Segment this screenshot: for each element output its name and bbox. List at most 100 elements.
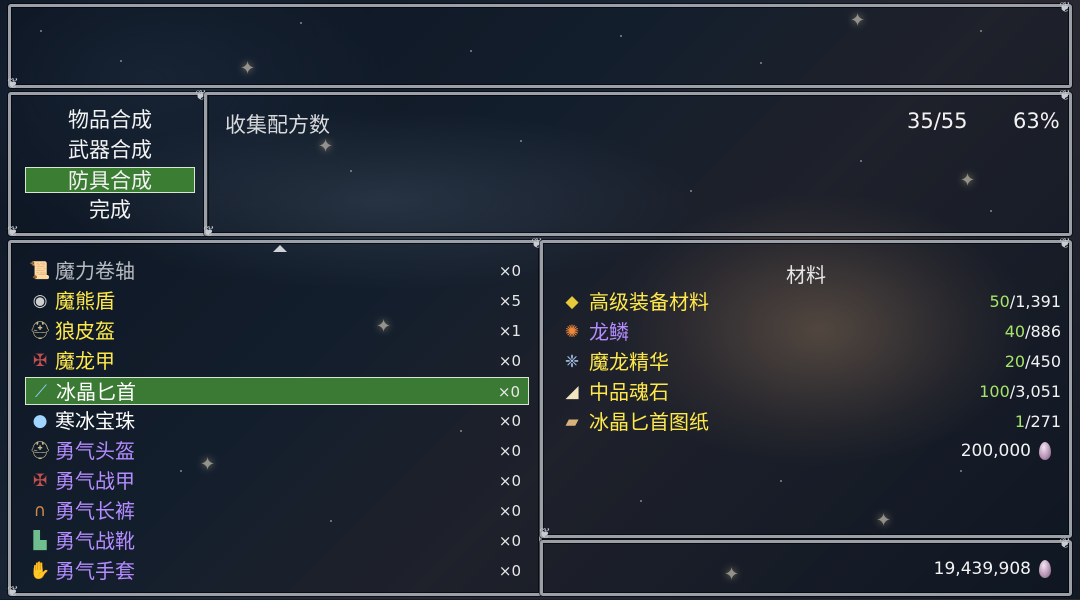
ornament-icon: ❦ [1059, 0, 1071, 16]
recipe-item-name: 魔力卷轴 [55, 259, 135, 283]
orb-icon: ● [32, 411, 48, 431]
recipe-item[interactable]: ◉ 魔熊盾 ×5 [25, 287, 529, 315]
material-name: 龙鳞 [589, 320, 629, 344]
recipe-item-name: 勇气手套 [55, 559, 135, 583]
material-row: ◢ 中品魂石 100/3,051 [557, 377, 1061, 407]
material-count: 50/1,391 [989, 287, 1061, 317]
recipe-item-quantity: ×0 [498, 502, 521, 520]
recipe-item-quantity: ×0 [498, 532, 521, 550]
recipe-item[interactable]: ✋ 勇气手套 ×0 [25, 557, 529, 585]
ornament-icon: ❦ [1059, 536, 1071, 552]
currency-total-value: 19,439,908 [933, 559, 1031, 579]
blueprint-icon: ▰ [565, 412, 579, 432]
gloves-icon: ✋ [29, 561, 51, 581]
recipe-percent: 63% [1013, 109, 1060, 133]
material-required: 1 [1014, 412, 1026, 431]
material-owned: /450 [1025, 352, 1061, 371]
recipe-item-name: 勇气长裤 [55, 499, 135, 523]
material-name: 高级装备材料 [589, 290, 709, 314]
craft-cost: 200,000 [961, 441, 1051, 461]
material-count: 1/271 [1015, 407, 1061, 437]
scroll-icon: 📜 [29, 261, 51, 281]
recipe-item[interactable]: ✠ 魔龙甲 ×0 [25, 347, 529, 375]
ornament-icon: ❦ [7, 76, 19, 92]
helmet-icon: ⛑ [29, 321, 51, 341]
material-row: ✺ 龙鳞 40/886 [557, 317, 1061, 347]
dagger-icon: ⟋ [35, 382, 47, 402]
ornament-icon: ❦ [1059, 88, 1071, 104]
recipe-item-quantity: ×0 [498, 262, 521, 280]
ornament-icon: ❦ [539, 526, 551, 542]
recipe-count-value: 35/55 [907, 109, 968, 133]
recipe-item[interactable]: ∩ 勇气长裤 ×0 [25, 497, 529, 525]
recipe-item[interactable]: 📜 魔力卷轴 ×0 [25, 257, 529, 285]
recipe-item-name: 冰晶匕首 [56, 380, 136, 404]
shield-icon: ◉ [32, 291, 48, 311]
material-required: 20 [1004, 352, 1026, 371]
material-name: 冰晶匕首图纸 [589, 410, 709, 434]
recipe-item-quantity: ×0 [498, 352, 521, 370]
material-required: 50 [989, 292, 1010, 311]
material-count: 40/886 [1005, 317, 1061, 347]
recipe-item-name: 魔龙甲 [55, 349, 115, 373]
ornament-icon: ❦ [7, 584, 19, 600]
recipe-stats-window: 收集配方数 35/55 63% ❦ ❦ [203, 88, 1072, 240]
currency-total: 19,439,908 [934, 559, 1051, 579]
material-name: 魔龙精华 [589, 350, 669, 374]
recipe-item[interactable]: ⛑ 勇气头盔 ×0 [25, 437, 529, 465]
category-item[interactable]: 完成 [25, 197, 195, 223]
recipe-item-quantity: ×0 [497, 383, 520, 401]
recipe-item-selected[interactable]: ⟋ 冰晶匕首 ×0 [25, 377, 529, 405]
materials-window: 材料 ◆ 高级装备材料 50/1,391 ✺ 龙鳞 40/886 ❈ 魔龙精华 20/450 ◢ 中… [539, 236, 1072, 542]
material-owned: /3,051 [1009, 382, 1061, 401]
craft-cost-value: 200,000 [960, 441, 1031, 461]
material-required: 40 [1004, 322, 1026, 341]
recipe-count-label: 收集配方数 [225, 113, 330, 137]
recipe-item-quantity: ×0 [498, 472, 521, 490]
recipe-list-window: 📜 魔力卷轴 ×0 ◉ 魔熊盾 ×5 ⛑ 狼皮盔 ×1 ✠ 魔龙甲 ×0 ⟋ 冰晶匕首 ×0 ● 寒冰宝珠 ×0 ⛑… [7, 237, 543, 600]
material-row: ◆ 高级装备材料 50/1,391 [557, 287, 1061, 317]
recipe-item-name: 勇气战靴 [55, 529, 135, 553]
currency-gem-icon [1039, 442, 1051, 460]
materials-title: 材料 [786, 263, 826, 287]
material-owned: /886 [1025, 322, 1061, 341]
category-window: 物品合成 武器合成 防具合成 完成 ❦ ❦ [7, 89, 208, 240]
currency-gem-icon [1039, 560, 1051, 578]
ornament-icon: ❦ [203, 224, 215, 240]
material-count: 100/3,051 [979, 377, 1061, 407]
ornament-icon: ❦ [7, 224, 19, 240]
recipe-item[interactable]: ● 寒冰宝珠 ×0 [25, 407, 529, 435]
armor-icon: ✠ [32, 351, 48, 371]
currency-window: 19,439,908 ❦ [540, 536, 1072, 596]
recipe-item-name: 狼皮盔 [55, 319, 115, 343]
material-owned: /1,391 [1009, 292, 1061, 311]
material-name: 中品魂石 [589, 380, 669, 404]
armor-icon: ✠ [32, 471, 48, 491]
recipe-item-quantity: ×5 [498, 292, 521, 310]
recipe-item[interactable]: ✠ 勇气战甲 ×0 [25, 467, 529, 495]
material-required: 100 [979, 382, 1010, 401]
recipe-item-name: 勇气战甲 [55, 469, 135, 493]
category-item[interactable]: 物品合成 [25, 107, 195, 133]
material-row: ❈ 魔龙精华 20/450 [557, 347, 1061, 377]
ore-icon: ◆ [565, 292, 579, 312]
material-owned: /271 [1025, 412, 1061, 431]
helmet-icon: ⛑ [29, 441, 51, 461]
recipe-item-name: 勇气头盔 [55, 439, 135, 463]
recipe-item-name: 寒冰宝珠 [55, 409, 135, 433]
ornament-icon: ❦ [1059, 236, 1071, 252]
category-item-selected[interactable]: 防具合成 [25, 167, 195, 193]
category-item[interactable]: 武器合成 [25, 137, 195, 163]
scale-icon: ✺ [564, 322, 580, 342]
soulstone-icon: ◢ [565, 382, 579, 402]
recipe-item[interactable]: ▙ 勇气战靴 ×0 [25, 527, 529, 555]
material-count: 20/450 [1005, 347, 1061, 377]
recipe-item-quantity: ×1 [498, 322, 521, 340]
recipe-item-quantity: ×0 [498, 562, 521, 580]
recipe-item-name: 魔熊盾 [55, 289, 115, 313]
recipe-item[interactable]: ⛑ 狼皮盔 ×1 [25, 317, 529, 345]
scroll-up-icon[interactable] [273, 245, 287, 252]
boots-icon: ▙ [33, 531, 47, 551]
recipe-item-quantity: ×0 [498, 442, 521, 460]
pants-icon: ∩ [33, 501, 47, 521]
